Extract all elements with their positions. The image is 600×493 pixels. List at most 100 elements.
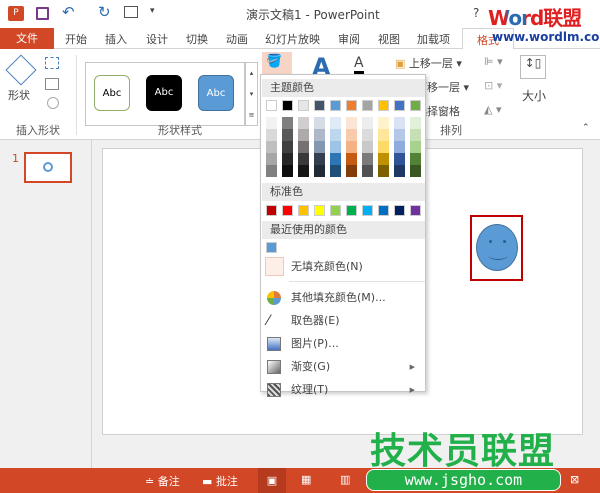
theme-shade-swatch[interactable]	[410, 129, 421, 141]
theme-shade-swatch[interactable]	[266, 165, 277, 177]
shapes-button[interactable]: 形状	[8, 87, 30, 103]
style-outline[interactable]: Abc	[94, 75, 130, 111]
collapse-ribbon-icon[interactable]: ⌃	[582, 123, 590, 133]
standard-color-swatch[interactable]	[362, 205, 373, 216]
recent-color-swatch[interactable]	[266, 242, 277, 253]
theme-shade-swatch[interactable]	[266, 117, 277, 129]
theme-shade-swatch[interactable]	[314, 153, 325, 165]
theme-color-swatch[interactable]	[314, 100, 325, 111]
theme-shade-swatch[interactable]	[394, 117, 405, 129]
merge-shapes-icon[interactable]	[47, 97, 59, 109]
theme-color-swatch[interactable]	[410, 100, 421, 111]
standard-color-swatch[interactable]	[410, 205, 421, 216]
slide-thumbnail[interactable]	[24, 152, 72, 183]
customize-qat-icon[interactable]: ▾	[150, 6, 155, 16]
theme-shade-swatch[interactable]	[362, 153, 373, 165]
theme-shade-swatch[interactable]	[298, 165, 309, 177]
theme-shade-swatch[interactable]	[298, 117, 309, 129]
tab-addins[interactable]: 加载项	[417, 31, 450, 47]
theme-shade-swatch[interactable]	[346, 141, 357, 153]
standard-color-swatch[interactable]	[266, 205, 277, 216]
theme-shade-swatch[interactable]	[330, 129, 341, 141]
theme-shade-swatch[interactable]	[394, 141, 405, 153]
slideshow-icon[interactable]	[124, 6, 138, 18]
theme-color-swatch[interactable]	[378, 100, 389, 111]
edit-shape-icon[interactable]	[45, 57, 59, 69]
reading-view-button[interactable]: ▥	[340, 473, 350, 486]
undo-icon[interactable]: ↶	[62, 3, 75, 21]
theme-color-swatch[interactable]	[394, 100, 405, 111]
theme-shade-swatch[interactable]	[378, 153, 389, 165]
notes-button[interactable]: ≐ 备注	[145, 473, 180, 489]
standard-color-swatch[interactable]	[378, 205, 389, 216]
theme-shade-swatch[interactable]	[378, 129, 389, 141]
theme-shade-swatch[interactable]	[378, 141, 389, 153]
standard-color-swatch[interactable]	[394, 205, 405, 216]
theme-shade-swatch[interactable]	[362, 117, 373, 129]
theme-color-swatch[interactable]	[298, 100, 309, 111]
size-button[interactable]: 大小	[522, 87, 546, 104]
tab-view[interactable]: 视图	[378, 31, 400, 47]
text-box-icon[interactable]	[45, 78, 59, 90]
theme-shade-swatch[interactable]	[282, 153, 293, 165]
menu-item[interactable]: 图片(P)...	[261, 333, 425, 355]
tab-animations[interactable]: 动画	[226, 31, 248, 47]
theme-shade-swatch[interactable]	[266, 153, 277, 165]
theme-shade-swatch[interactable]	[394, 165, 405, 177]
shape-fill-button[interactable]: 🪣	[262, 52, 292, 74]
standard-color-swatch[interactable]	[298, 205, 309, 216]
tab-review[interactable]: 审阅	[338, 31, 360, 47]
theme-shade-swatch[interactable]	[410, 153, 421, 165]
theme-shade-swatch[interactable]	[298, 153, 309, 165]
theme-shade-swatch[interactable]	[330, 165, 341, 177]
tab-slideshow[interactable]: 幻灯片放映	[265, 31, 320, 47]
gallery-scroll[interactable]: ▴ ▾ ≡	[245, 62, 258, 126]
shapes-icon[interactable]	[5, 54, 37, 86]
theme-shade-swatch[interactable]	[346, 165, 357, 177]
selected-shape-frame[interactable]	[470, 215, 523, 281]
menu-item[interactable]: 其他填充颜色(M)...	[261, 287, 425, 309]
align-icon[interactable]: ⊫ ▾	[484, 55, 503, 68]
comments-button[interactable]: ▬ 批注	[202, 473, 238, 489]
normal-view-button[interactable]: ▣	[258, 468, 286, 493]
theme-color-swatch[interactable]	[330, 100, 341, 111]
tab-transitions[interactable]: 切换	[186, 31, 208, 47]
theme-shade-swatch[interactable]	[378, 117, 389, 129]
standard-color-swatch[interactable]	[314, 205, 325, 216]
menu-item[interactable]: ⁄ 取色器(E)	[261, 310, 425, 332]
theme-shade-swatch[interactable]	[282, 141, 293, 153]
standard-color-swatch[interactable]	[282, 205, 293, 216]
tab-design[interactable]: 设计	[146, 31, 168, 47]
style-black[interactable]: Abc	[146, 75, 182, 111]
tab-home[interactable]: 开始	[65, 31, 87, 47]
theme-shade-swatch[interactable]	[410, 117, 421, 129]
size-icon[interactable]: ↕▯	[520, 55, 546, 79]
theme-shade-swatch[interactable]	[266, 141, 277, 153]
theme-shade-swatch[interactable]	[378, 165, 389, 177]
fit-to-window-button[interactable]: ⊠	[570, 473, 579, 486]
menu-item[interactable]: 纹理(T) ▶	[261, 379, 425, 401]
theme-shade-swatch[interactable]	[394, 129, 405, 141]
theme-color-swatch[interactable]	[346, 100, 357, 111]
theme-shade-swatch[interactable]	[314, 141, 325, 153]
theme-shade-swatch[interactable]	[346, 153, 357, 165]
text-fill-icon[interactable]: A	[354, 55, 364, 74]
smiley-face-shape[interactable]	[476, 224, 518, 271]
slide-sorter-button[interactable]: ▦	[301, 473, 311, 486]
standard-color-swatch[interactable]	[330, 205, 341, 216]
theme-shade-swatch[interactable]	[362, 165, 373, 177]
style-blue[interactable]: Abc	[198, 75, 234, 111]
rotate-icon[interactable]: ◭ ▾	[484, 103, 501, 116]
no-fill-item[interactable]: 无填充颜色(N)	[261, 256, 425, 278]
theme-shade-swatch[interactable]	[282, 165, 293, 177]
theme-color-swatch[interactable]	[362, 100, 373, 111]
tab-file[interactable]: 文件	[0, 28, 54, 49]
theme-shade-swatch[interactable]	[346, 129, 357, 141]
theme-shade-swatch[interactable]	[330, 141, 341, 153]
theme-shade-swatch[interactable]	[298, 129, 309, 141]
theme-color-swatch[interactable]	[266, 100, 277, 111]
theme-shade-swatch[interactable]	[362, 129, 373, 141]
save-icon[interactable]	[36, 7, 49, 20]
standard-color-swatch[interactable]	[346, 205, 357, 216]
theme-shade-swatch[interactable]	[410, 141, 421, 153]
